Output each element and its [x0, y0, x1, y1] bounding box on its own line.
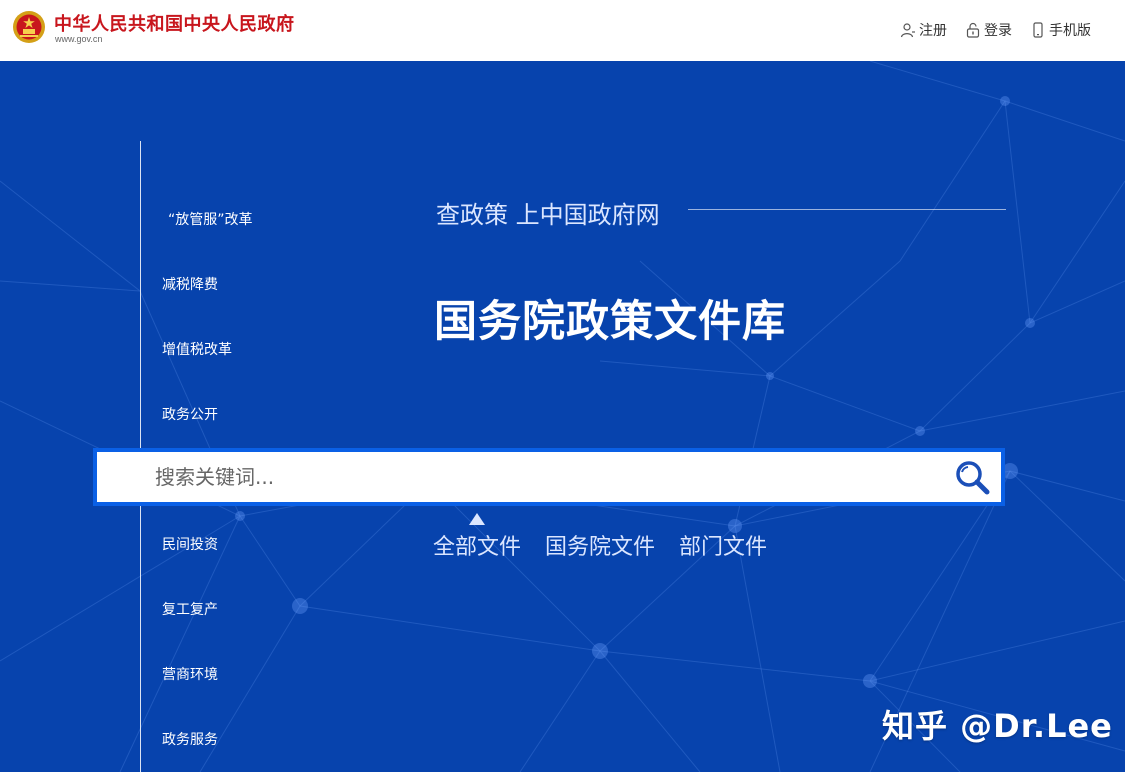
- site-header: 中华人民共和国中央人民政府 www.gov.cn 注册 登录 手机版: [0, 0, 1125, 61]
- site-name[interactable]: 中华人民共和国中央人民政府: [54, 10, 295, 36]
- register-link[interactable]: 注册: [900, 20, 947, 40]
- document-tabs: 全部文件 国务院文件 部门文件: [433, 529, 767, 561]
- policy-banner: “放管服”改革 减税降费 增值税改革 政务公开 民间投资 复工复产 营商环境 政…: [0, 61, 1125, 772]
- search-input[interactable]: [155, 462, 935, 492]
- search-box: [93, 448, 1005, 506]
- national-emblem-icon[interactable]: [12, 10, 46, 44]
- tab-department-documents[interactable]: 部门文件: [679, 529, 767, 561]
- register-label: 注册: [919, 23, 947, 39]
- topic-link-tax-cut[interactable]: 减税降费: [162, 274, 218, 294]
- topic-link-business-env[interactable]: 营商环境: [162, 664, 218, 684]
- topic-link-fangguanfu[interactable]: “放管服”改革: [168, 209, 253, 229]
- topic-link-vat-reform[interactable]: 增值税改革: [162, 339, 232, 359]
- page-title: 国务院政策文件库: [434, 297, 786, 347]
- topic-link-gov-affairs[interactable]: 政务公开: [162, 404, 218, 424]
- watermark: 知乎 @Dr.Lee: [882, 707, 1113, 745]
- login-label: 登录: [984, 23, 1012, 39]
- top-links: 注册 登录 手机版: [900, 20, 1091, 40]
- tab-all-documents[interactable]: 全部文件: [433, 529, 521, 561]
- login-link[interactable]: 登录: [965, 20, 1012, 40]
- topic-link-resume-work[interactable]: 复工复产: [162, 599, 218, 619]
- user-icon: [900, 23, 915, 38]
- mobile-link[interactable]: 手机版: [1030, 20, 1091, 40]
- topic-link-private-investment[interactable]: 民间投资: [162, 534, 218, 554]
- slogan: 查政策 上中国政府网: [436, 201, 660, 229]
- lock-icon: [966, 22, 980, 38]
- mobile-label: 手机版: [1049, 23, 1091, 39]
- tab-state-council-documents[interactable]: 国务院文件: [545, 529, 655, 561]
- phone-icon: [1033, 22, 1043, 38]
- search-icon[interactable]: [953, 459, 993, 497]
- tab-active-indicator: [469, 513, 485, 525]
- site-url: www.gov.cn: [55, 34, 103, 44]
- slogan-divider: [688, 209, 1006, 210]
- topic-link-gov-service[interactable]: 政务服务: [162, 729, 218, 749]
